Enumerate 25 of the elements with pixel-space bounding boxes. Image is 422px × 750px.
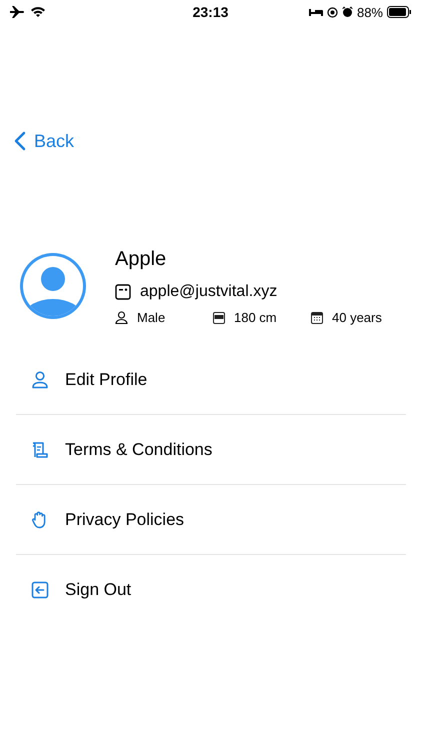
airplane-icon <box>9 5 25 19</box>
menu-item[interactable]: Privacy Policies <box>16 485 406 555</box>
age-text: 40 years <box>332 310 382 325</box>
menu-item[interactable]: Edit Profile <box>16 345 406 415</box>
sign-out-icon <box>31 581 49 599</box>
wifi-icon <box>30 6 46 18</box>
calendar-icon <box>311 312 323 324</box>
alarm-icon <box>342 6 353 18</box>
rotation-lock-icon <box>326 6 338 18</box>
menu-item[interactable]: Terms & Conditions <box>16 415 406 485</box>
chevron-left-icon <box>14 131 26 151</box>
menu-item[interactable]: Sign Out <box>16 555 406 625</box>
bed-icon <box>308 7 323 17</box>
scroll-icon <box>31 440 49 458</box>
profile-email: apple@justvital.xyz <box>140 283 278 301</box>
back-button[interactable]: Back <box>14 130 74 152</box>
battery-icon <box>387 6 412 18</box>
person-icon <box>115 311 128 324</box>
status-time: 23:13 <box>192 4 228 20</box>
battery-percent: 88% <box>356 4 383 20</box>
gender-text: Male <box>137 310 166 325</box>
profile-name: Apple <box>115 247 168 271</box>
height-text: 180 cm <box>234 310 277 325</box>
id-card-icon <box>115 284 131 300</box>
person-icon <box>31 370 49 388</box>
